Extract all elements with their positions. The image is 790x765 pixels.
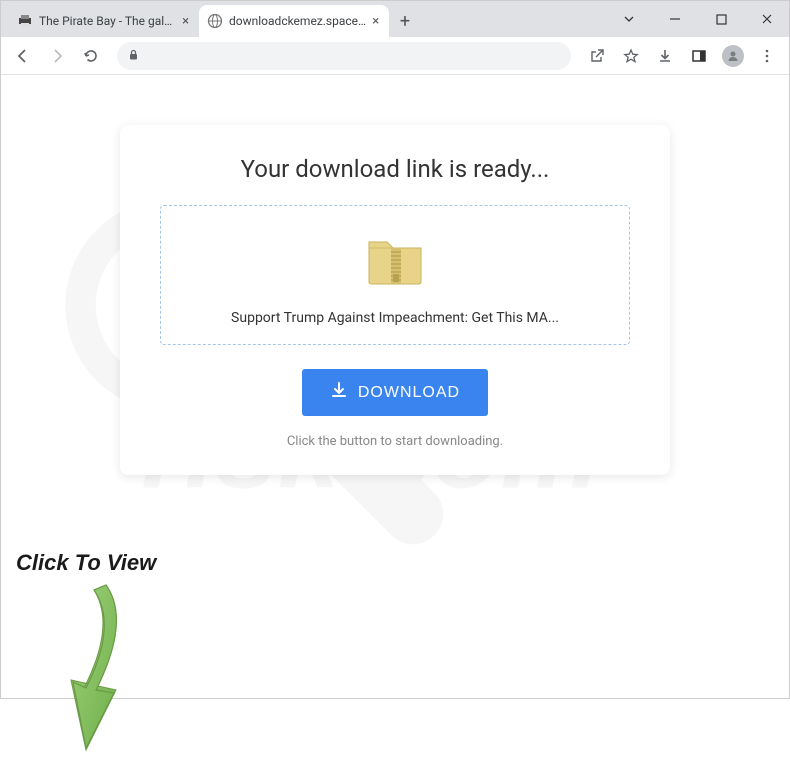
download-button[interactable]: DOWNLOAD [302,369,488,416]
maximize-button[interactable] [703,4,739,34]
globe-icon [207,13,223,29]
tab-pirate-bay[interactable]: The Pirate Bay - The galaxy's mo… × [9,5,199,37]
arrow-down-icon [36,580,136,765]
tab-download-page[interactable]: downloadckemez.space/9/?7fk8… × [199,5,389,37]
profile-avatar[interactable] [719,42,747,70]
browser-toolbar [1,37,789,75]
new-tab-button[interactable]: + [391,7,419,35]
download-hint: Click the button to start downloading. [160,434,630,449]
tab-close-button[interactable]: × [370,14,381,28]
click-to-view-overlay: Click To View [16,550,156,576]
minimize-button[interactable] [657,4,693,34]
click-to-view-text: Click To View [16,550,156,576]
tab-strip: The Pirate Bay - The galaxy's mo… × down… [1,1,789,37]
back-button[interactable] [9,42,37,70]
toolbar-right-group [583,42,781,70]
page-content: risk.com Your download link is ready... [1,75,789,698]
chevron-down-icon[interactable] [611,4,647,34]
avatar [722,45,744,67]
tab-title: downloadckemez.space/9/?7fk8… [229,14,366,28]
share-icon[interactable] [583,42,611,70]
card-title: Your download link is ready... [160,155,630,183]
side-panel-icon[interactable] [685,42,713,70]
download-card: Your download link is ready... [120,125,670,475]
lock-icon [127,46,140,65]
forward-button[interactable] [43,42,71,70]
download-arrow-icon [330,381,348,404]
tab-title: The Pirate Bay - The galaxy's mo… [39,14,176,28]
window-controls [611,1,785,37]
reload-button[interactable] [77,42,105,70]
printer-icon [17,13,33,29]
menu-kebab-icon[interactable] [753,42,781,70]
bookmark-star-icon[interactable] [617,42,645,70]
close-button[interactable] [749,4,785,34]
downloads-icon[interactable] [651,42,679,70]
address-bar[interactable] [117,42,571,70]
file-name-label: Support Trump Against Impeachment: Get T… [171,310,619,326]
download-button-label: DOWNLOAD [358,384,460,402]
browser-window: The Pirate Bay - The galaxy's mo… × down… [0,0,790,699]
zip-folder-icon [363,228,427,292]
tab-close-button[interactable]: × [180,14,191,28]
file-preview-box: Support Trump Against Impeachment: Get T… [160,205,630,345]
